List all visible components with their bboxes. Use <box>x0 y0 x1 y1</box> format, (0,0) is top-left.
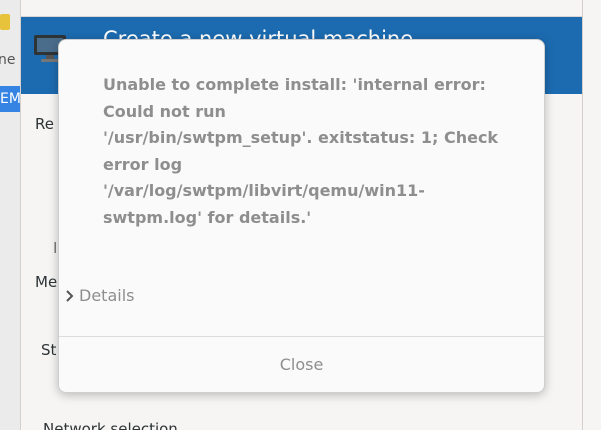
wizard-label-re: Re <box>35 115 54 133</box>
wizard-topbar <box>21 0 582 17</box>
background-window-strip: ne EM <box>0 0 20 430</box>
network-selection-expander[interactable]: Network selection <box>43 420 178 430</box>
strip-selected-text: EM <box>0 91 20 107</box>
details-label: Details <box>79 286 135 305</box>
error-dialog: Unable to complete install: 'internal er… <box>58 39 545 393</box>
chevron-right-icon <box>66 289 74 302</box>
wizard-label-i2: I <box>53 239 58 257</box>
wizard-label-me: Me <box>35 273 58 291</box>
wizard-label-st: St <box>41 341 57 359</box>
details-expander[interactable]: Details <box>65 286 134 305</box>
strip-text: ne <box>0 52 16 68</box>
error-message: Unable to complete install: 'internal er… <box>103 75 499 227</box>
folder-icon <box>0 14 10 30</box>
close-button[interactable]: Close <box>59 337 544 392</box>
